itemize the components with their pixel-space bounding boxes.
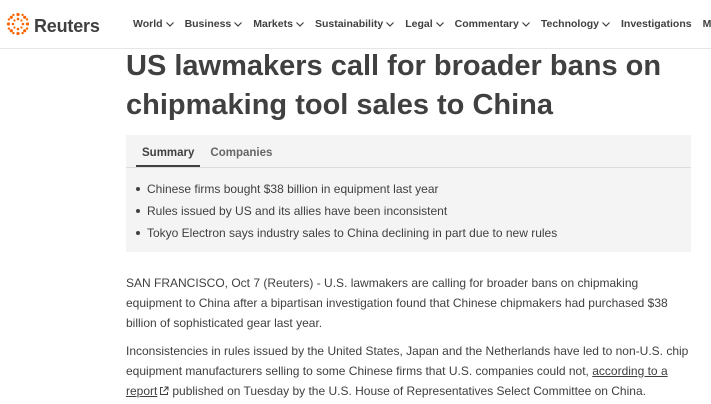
summary-tabs: Summary Companies (136, 135, 282, 167)
nav-item-technology[interactable]: Technology (541, 18, 610, 30)
tab-divider (126, 167, 691, 168)
nav-item-legal[interactable]: Legal (405, 18, 444, 30)
summary-list: Chinese firms bought $38 billion in equi… (134, 181, 557, 247)
tab-companies[interactable]: Companies (204, 135, 278, 167)
list-item: Tokyo Electron says industry sales to Ch… (134, 225, 557, 247)
article-paragraph: SAN FRANCISCO, Oct 7 (Reuters) - U.S. la… (126, 276, 668, 330)
chevron-down-icon (234, 21, 243, 27)
nav-item-label: Technology (540, 18, 599, 30)
article-headline: US lawmakers call for broader bans on ch… (126, 50, 662, 121)
article-paragraph: Inconsistencies in rules issued by the U… (126, 341, 696, 401)
paragraph-text: published on Tuesday by the U.S. House o… (172, 384, 646, 398)
nav-item-commentary[interactable]: Commentary (455, 18, 530, 30)
nav-item-label: Markets (253, 18, 293, 30)
list-item: Rules issued by US and its allies have b… (134, 203, 557, 225)
tab-summary[interactable]: Summary (136, 135, 201, 167)
nav-item-markets[interactable]: Markets (253, 18, 304, 30)
top-navigation-bar: Reuters World Business Markets Sustainab… (0, 0, 711, 49)
nav-item-label: Business (184, 18, 232, 30)
chevron-down-icon (521, 21, 530, 27)
summary-text: Rules issued by US and its allies have b… (147, 204, 448, 218)
nav-item-label: Sustainability (314, 18, 384, 30)
reuters-logo-icon (6, 12, 30, 41)
nav-item-label: Mo (702, 18, 711, 30)
bullet-icon (136, 187, 140, 191)
chevron-down-icon (165, 21, 174, 27)
reuters-logo[interactable]: Reuters (6, 12, 100, 41)
nav-item-business[interactable]: Business (185, 18, 243, 30)
chevron-down-icon (296, 21, 304, 27)
nav-item-label: Commentary (454, 18, 519, 30)
nav-item-more[interactable]: Mo (703, 18, 711, 30)
nav-item-investigations[interactable]: Investigations (621, 18, 692, 30)
nav-item-sustainability[interactable]: Sustainability (314, 18, 395, 30)
main-nav: World Business Markets Sustainability Le… (133, 0, 711, 48)
chevron-down-icon (435, 21, 444, 27)
summary-text: Chinese firms bought $38 billion in equi… (147, 182, 439, 196)
summary-text: Tokyo Electron says industry sales to Ch… (147, 226, 558, 240)
logo-text: Reuters (34, 16, 100, 36)
bullet-icon (136, 209, 140, 213)
summary-panel: Summary Companies Chinese firms bought $… (126, 135, 691, 252)
list-item: Chinese firms bought $38 billion in equi… (134, 181, 557, 203)
external-link-icon (160, 386, 169, 395)
chevron-down-icon (386, 21, 395, 27)
nav-item-label: Investigations (620, 18, 692, 30)
nav-item-label: World (133, 18, 163, 30)
nav-item-world[interactable]: World (133, 18, 174, 30)
nav-item-label: Legal (405, 18, 433, 30)
bullet-icon (136, 231, 140, 235)
chevron-down-icon (602, 21, 610, 27)
